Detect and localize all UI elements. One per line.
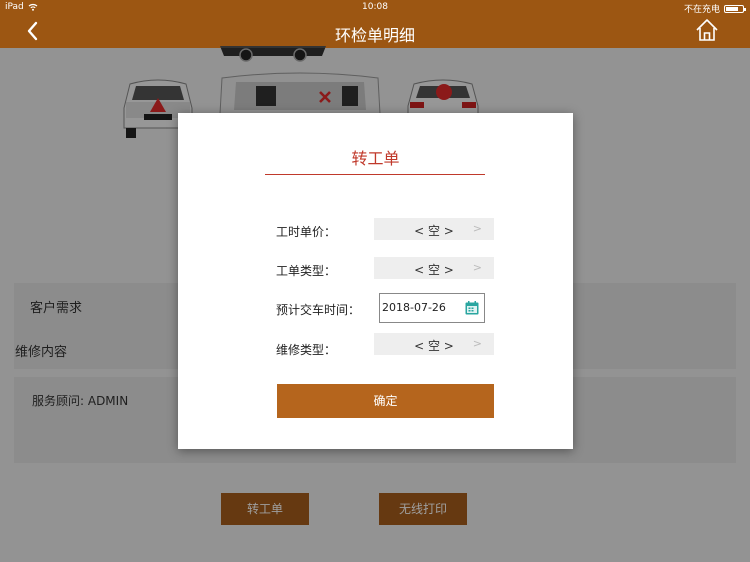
status-time: 10:08	[362, 2, 388, 12]
navigation-bar: 环检单明细	[0, 14, 750, 48]
delivery-date-input[interactable]: 2018-07-26	[379, 293, 485, 323]
confirm-button[interactable]: 确定	[277, 384, 494, 418]
work-order-type-label: 工单类型：	[276, 264, 337, 278]
repair-type-label: 维修类型：	[276, 343, 337, 357]
dialog-title: 转工单	[351, 149, 400, 168]
delivery-date-value: 2018-07-26	[382, 301, 446, 314]
calendar-icon[interactable]	[465, 301, 479, 315]
status-bar: iPad 10:08 不在充电	[0, 0, 750, 15]
transfer-work-order-dialog: 转工单 工时单价： < 空 > > 工单类型： < 空 > > 预计交车时间： …	[178, 113, 573, 449]
delivery-time-label: 预计交车时间：	[276, 303, 361, 317]
labor-rate-picker[interactable]: < 空 > >	[374, 218, 494, 240]
labor-rate-label: 工时单价：	[276, 225, 337, 239]
chevron-right-icon: >	[472, 261, 482, 274]
battery-icon	[724, 4, 746, 13]
page-title: 环检单明细	[334, 26, 415, 45]
chevron-right-icon: >	[472, 337, 482, 350]
home-icon[interactable]	[694, 17, 720, 43]
repair-type-picker[interactable]: < 空 > >	[374, 333, 494, 355]
work-order-type-picker[interactable]: < 空 > >	[374, 257, 494, 279]
chevron-right-icon: >	[472, 222, 482, 235]
title-divider	[265, 174, 485, 175]
